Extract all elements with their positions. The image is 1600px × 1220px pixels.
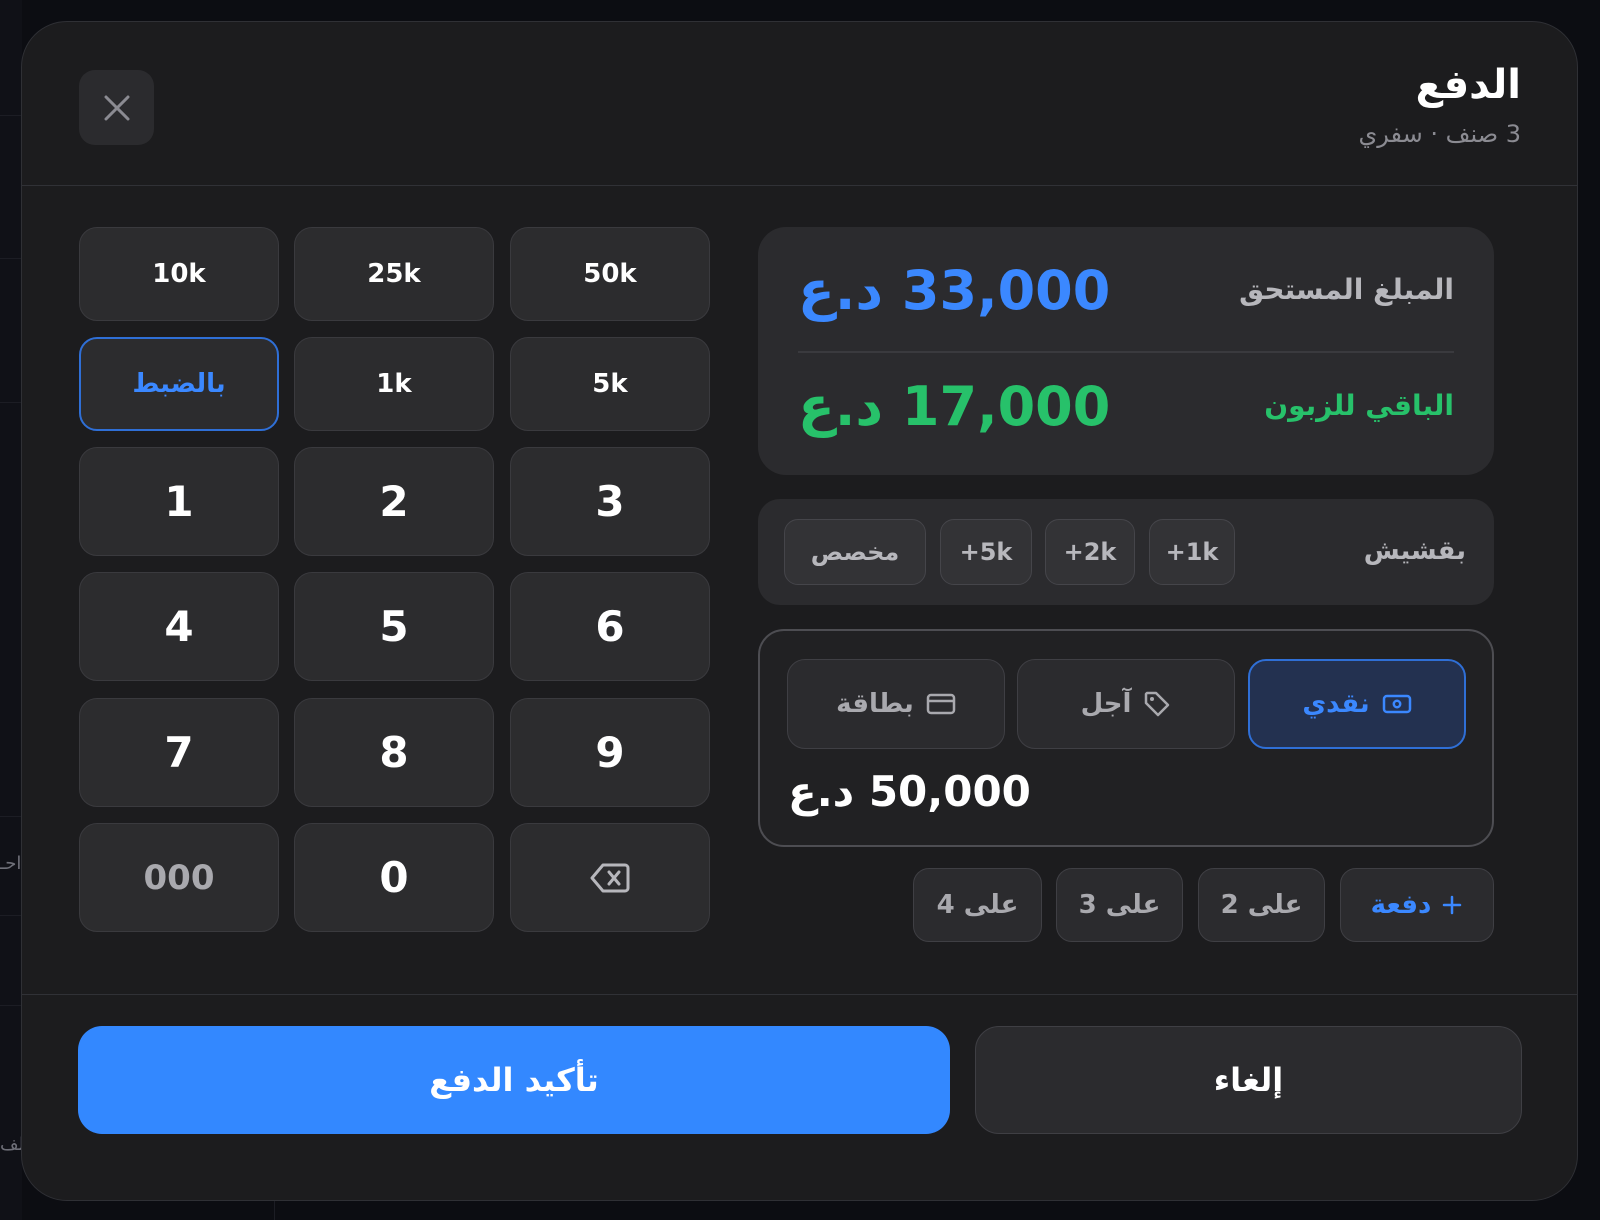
cash-icon: [1382, 694, 1411, 714]
close-icon: [104, 95, 129, 120]
cancel-button[interactable]: إلغاء: [975, 1026, 1522, 1134]
digit-0-key[interactable]: 0: [294, 823, 494, 932]
tag-icon: [1145, 691, 1170, 717]
quick-amount-50k-button[interactable]: 50k: [510, 227, 710, 321]
plus-icon: [1443, 895, 1462, 915]
quick-amount-25k-button[interactable]: 25k: [294, 227, 494, 321]
amount-summary-card: المبلغ المستحق 33,000 د.ع الباقي للزبون …: [758, 227, 1494, 475]
background-sidebar: [0, 0, 22, 1220]
quick-amount-1k-button[interactable]: 1k: [294, 337, 494, 431]
modal-header: الدفع 3 صنف · سفري: [22, 22, 1577, 186]
modal-subtitle: 3 صنف · سفري: [1358, 120, 1521, 148]
quick-amount-5k-button[interactable]: 5k: [510, 337, 710, 431]
payment-modal: الدفع 3 صنف · سفري 10k 25k 50k بالضبط 1k…: [21, 21, 1578, 1201]
digit-6-key[interactable]: 6: [510, 572, 710, 681]
background-divider: [0, 115, 22, 116]
amount-due-label: المبلغ المستحق: [1239, 273, 1454, 306]
footer-divider: [22, 994, 1577, 995]
add-payment-label: دفعة: [1370, 890, 1432, 920]
summary-divider: [798, 351, 1454, 353]
background-partial-text: احـ: [0, 853, 22, 874]
split-by-3-button[interactable]: على 3: [1056, 868, 1183, 942]
method-card-button[interactable]: بطاقة: [787, 659, 1005, 749]
background-divider: [0, 915, 22, 916]
background-divider: [0, 402, 22, 403]
tip-1k-chip[interactable]: 1k+: [1149, 519, 1235, 585]
triple-zero-key[interactable]: 000: [79, 823, 279, 932]
modal-title: الدفع: [1415, 62, 1521, 108]
digit-3-key[interactable]: 3: [510, 447, 710, 556]
tip-custom-chip[interactable]: مخصص: [784, 519, 926, 585]
tip-2k-chip[interactable]: 2k+: [1045, 519, 1135, 585]
backspace-key[interactable]: [510, 823, 710, 932]
digit-5-key[interactable]: 5: [294, 572, 494, 681]
method-credit-button[interactable]: آجل: [1017, 659, 1235, 749]
quick-amount-10k-button[interactable]: 10k: [79, 227, 279, 321]
add-payment-button[interactable]: دفعة: [1340, 868, 1494, 942]
digit-8-key[interactable]: 8: [294, 698, 494, 807]
digit-4-key[interactable]: 4: [79, 572, 279, 681]
method-credit-label: آجل: [1080, 689, 1132, 719]
tip-5k-chip[interactable]: 5k+: [940, 519, 1032, 585]
payment-method-card: نقدي آجل بطاقة 50,000 د.ع: [758, 629, 1494, 847]
change-due-label: الباقي للزبون: [1264, 389, 1454, 422]
background-divider: [0, 258, 22, 259]
paid-amount-value: 50,000 د.ع: [788, 767, 1031, 816]
split-by-4-button[interactable]: على 4: [913, 868, 1042, 942]
method-cash-label: نقدي: [1302, 689, 1370, 719]
close-button[interactable]: [79, 70, 154, 145]
card-icon: [926, 693, 956, 715]
digit-7-key[interactable]: 7: [79, 698, 279, 807]
digit-2-key[interactable]: 2: [294, 447, 494, 556]
background-divider: [0, 816, 22, 817]
split-by-2-button[interactable]: على 2: [1198, 868, 1325, 942]
method-cash-button[interactable]: نقدي: [1248, 659, 1466, 749]
digit-1-key[interactable]: 1: [79, 447, 279, 556]
tip-label: بقشيش: [1363, 536, 1466, 566]
amount-due-value: 33,000 د.ع: [798, 259, 1111, 322]
backspace-icon: [590, 863, 630, 892]
tip-section: بقشيش 1k+ 2k+ 5k+ مخصص: [758, 499, 1494, 605]
confirm-payment-button[interactable]: تأكيد الدفع: [78, 1026, 950, 1134]
exact-amount-button[interactable]: بالضبط: [79, 337, 279, 431]
background-divider: [0, 1005, 22, 1006]
change-due-value: 17,000 د.ع: [798, 375, 1111, 438]
method-card-label: بطاقة: [836, 689, 914, 719]
digit-9-key[interactable]: 9: [510, 698, 710, 807]
